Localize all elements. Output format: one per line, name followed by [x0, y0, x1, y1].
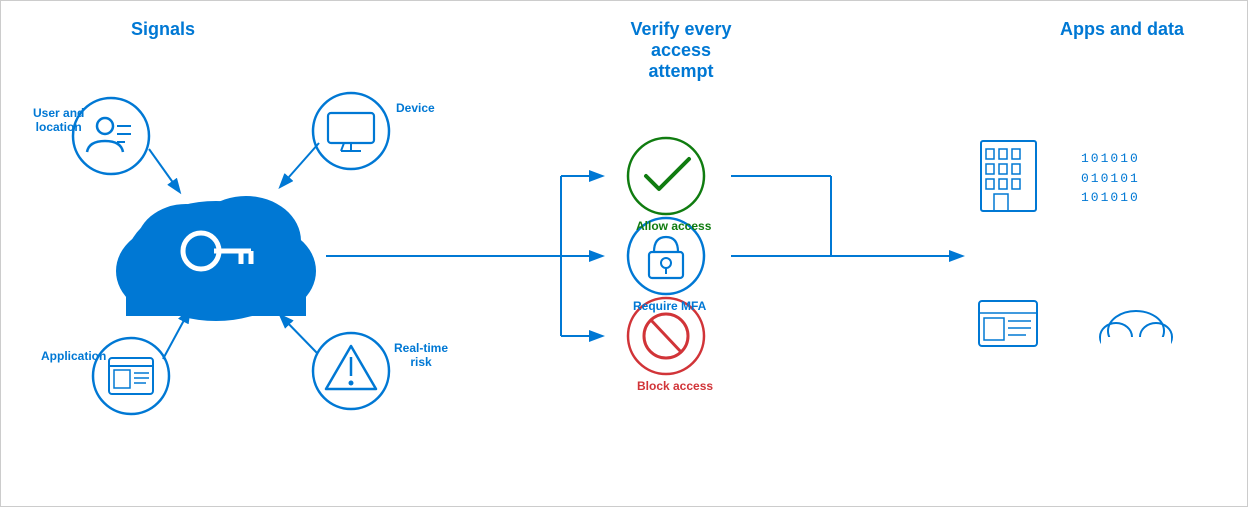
block-access-label: Block access: [637, 379, 713, 393]
user-location-label: User andlocation: [33, 106, 84, 134]
diagram-container: Signals Verify every accessattempt Apps …: [0, 0, 1248, 507]
binary-data-icon: 101010 010101 101010: [1081, 149, 1140, 208]
apps-title: Apps and data: [1012, 19, 1232, 40]
realtime-risk-label: Real-timerisk: [394, 341, 448, 369]
device-label: Device: [396, 101, 435, 115]
require-mfa-label: Require MFA: [633, 299, 706, 313]
verify-title: Verify every accessattempt: [601, 19, 761, 82]
allow-access-label: Allow access: [636, 219, 711, 233]
signals-title: Signals: [131, 19, 195, 40]
application-label: Application: [41, 349, 106, 363]
